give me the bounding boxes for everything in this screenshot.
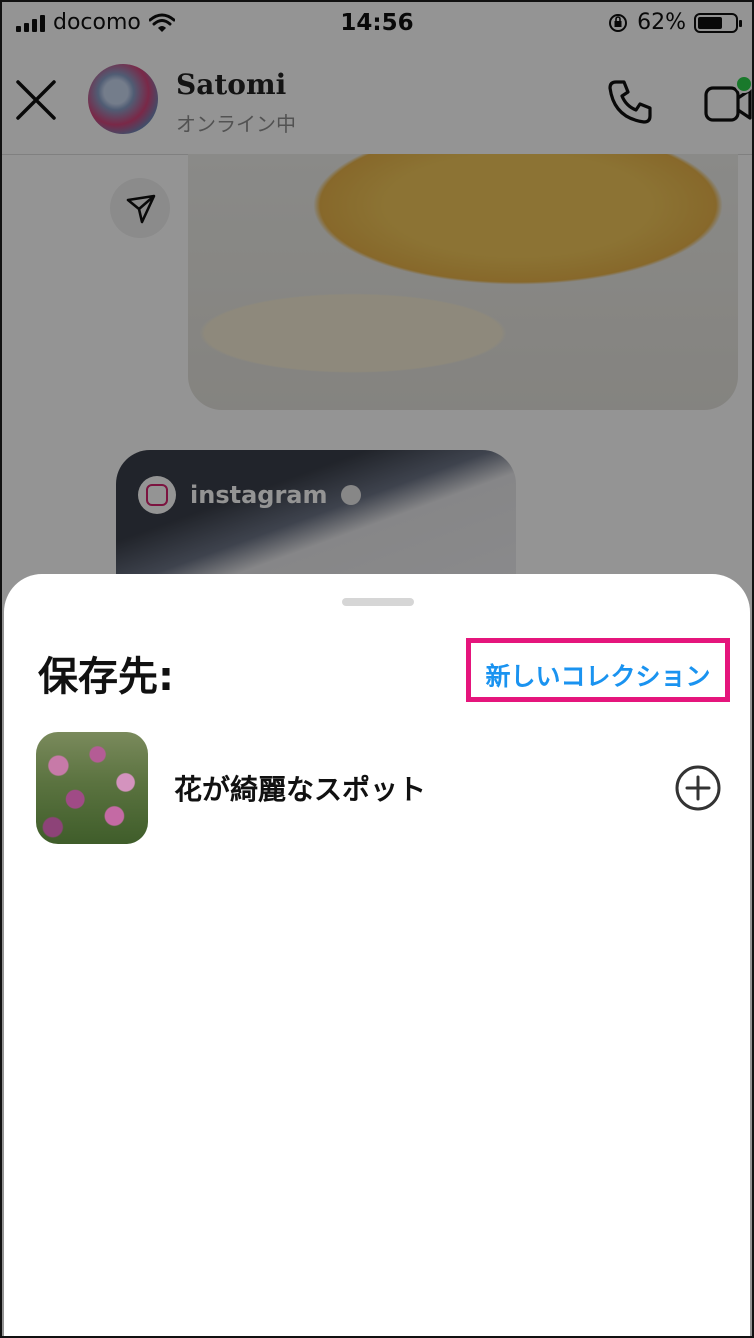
collection-name: 花が綺麗なスポット bbox=[174, 773, 427, 806]
add-circle-icon[interactable] bbox=[674, 764, 722, 812]
save-to-collection-sheet: 保存先: 新しいコレクション 花が綺麗なスポット bbox=[4, 574, 750, 1336]
new-collection-button[interactable]: 新しいコレクション bbox=[471, 657, 725, 693]
collection-thumbnail bbox=[36, 732, 148, 844]
highlight-box: 新しいコレクション bbox=[466, 638, 730, 702]
sheet-grabber[interactable] bbox=[342, 598, 414, 606]
collection-item[interactable]: 花が綺麗なスポット bbox=[36, 732, 726, 844]
app-frame: docomo 14:56 62% Satomi オンライン中 instagram… bbox=[0, 0, 754, 1338]
sheet-title: 保存先: bbox=[38, 654, 174, 700]
